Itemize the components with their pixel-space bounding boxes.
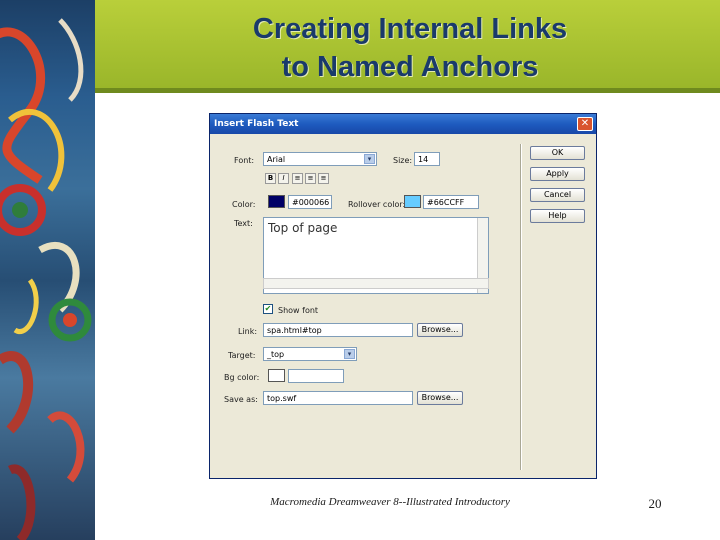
text-area-scrollbar-horizontal[interactable] <box>263 278 489 289</box>
save-as-label: Save as: <box>224 395 258 404</box>
close-icon[interactable]: ✕ <box>577 117 593 131</box>
align-center-button[interactable]: ≡ <box>305 173 316 184</box>
align-right-button[interactable]: ≡ <box>318 173 329 184</box>
font-select[interactable]: Arial ▾ <box>263 152 377 166</box>
color-label: Color: <box>232 200 256 209</box>
target-label: Target: <box>228 351 256 360</box>
rollover-color-swatch[interactable] <box>404 195 421 208</box>
bg-color-label: Bg color: <box>224 373 260 382</box>
size-label: Size: <box>393 156 413 165</box>
page-number: 20 <box>648 496 662 511</box>
bg-color-input[interactable] <box>288 369 344 383</box>
slide-title-line-1: Creating Internal Links <box>252 13 568 45</box>
text-color-input[interactable]: #000066 <box>288 195 332 209</box>
text-area-value: Top of page <box>268 221 338 235</box>
bold-button[interactable]: B <box>265 173 276 184</box>
ok-button[interactable]: OK <box>530 146 585 160</box>
align-left-button[interactable]: ≡ <box>292 173 303 184</box>
italic-button[interactable]: I <box>278 173 289 184</box>
show-font-label: Show font <box>278 306 319 315</box>
rollover-color-label: Rollover color: <box>348 200 406 209</box>
text-color-swatch[interactable] <box>268 195 285 208</box>
cancel-button[interactable]: Cancel <box>530 188 585 202</box>
save-as-browse-button[interactable]: Browse... <box>417 391 463 405</box>
font-select-value: Arial <box>267 155 286 164</box>
size-input[interactable]: 14 <box>414 152 440 166</box>
insert-flash-text-dialog: Insert Flash Text ✕ Font: Arial ▾ Size: … <box>209 113 597 479</box>
bg-color-swatch[interactable] <box>268 369 285 382</box>
slide-title: Creating Internal Links to Named Anchors <box>95 10 720 86</box>
help-button[interactable]: Help <box>530 209 585 223</box>
font-label: Font: <box>234 156 255 165</box>
rollover-color-input[interactable]: #66CCFF <box>423 195 479 209</box>
link-browse-button[interactable]: Browse... <box>417 323 463 337</box>
chevron-down-icon: ▾ <box>344 349 355 359</box>
target-select-value: _top <box>267 350 285 359</box>
show-font-checkbox[interactable]: ✔ <box>263 304 273 314</box>
text-label: Text: <box>234 219 253 228</box>
apply-button[interactable]: Apply <box>530 167 585 181</box>
save-as-input[interactable]: top.swf <box>263 391 413 405</box>
dialog-separator <box>520 144 522 470</box>
link-label: Link: <box>238 327 258 336</box>
banner-underline <box>95 88 720 93</box>
link-input[interactable]: spa.html#top <box>263 323 413 337</box>
dialog-titlebar[interactable]: Insert Flash Text ✕ <box>210 114 596 134</box>
slide-title-line-2: to Named Anchors <box>281 51 539 83</box>
decorative-painting <box>0 0 95 540</box>
chevron-down-icon: ▾ <box>364 154 375 164</box>
dialog-title: Insert Flash Text <box>214 119 299 129</box>
slide-footer: Macromedia Dreamweaver 8--Illustrated In… <box>270 496 510 508</box>
target-select[interactable]: _top ▾ <box>263 347 357 361</box>
